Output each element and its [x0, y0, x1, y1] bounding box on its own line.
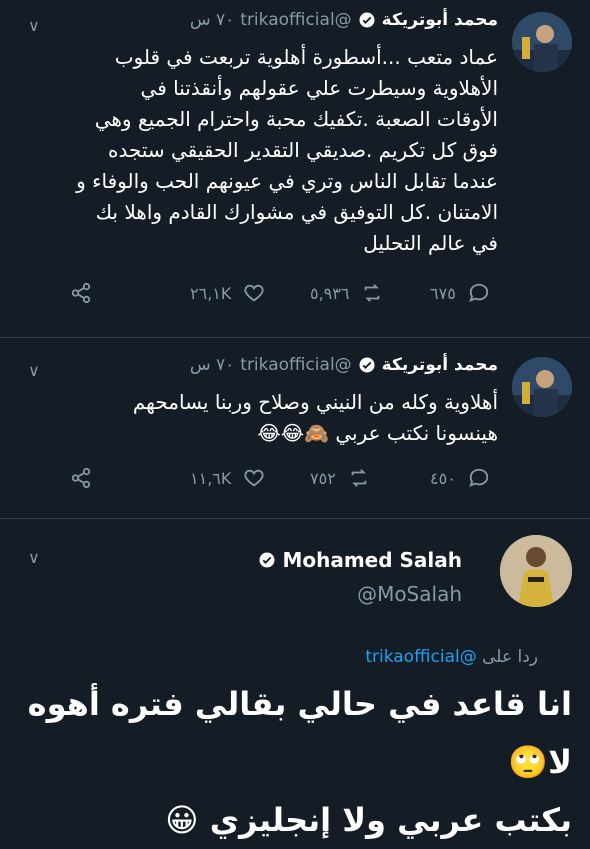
like-button[interactable]: ١١,٦K — [190, 467, 310, 489]
share-button[interactable] — [70, 282, 190, 304]
verified-badge-icon — [359, 357, 375, 373]
tweet-text: عماد متعب ...أسطورة أهلوية تربعت في قلوب… — [76, 45, 498, 255]
share-icon — [71, 467, 91, 489]
avatar[interactable] — [512, 357, 572, 417]
tweet-actions: ١١,٦K ٧٥٢ ٤٥٠ — [70, 467, 550, 489]
tweet-text: انا قاعد في حالي بقالي فتره أهوه لا🙄 بكت… — [27, 685, 572, 839]
reply-button[interactable]: ٤٥٠ — [430, 467, 550, 489]
author-name[interactable]: Mohamed Salah — [258, 548, 462, 572]
reply-count: ٤٥٠ — [430, 468, 456, 488]
author-name-text: Mohamed Salah — [282, 548, 462, 572]
tweet-trika-2[interactable]: ∨ محمد أبوتريكة @trikaofficial ٧٠ س أهلا… — [0, 345, 590, 510]
retweet-count: ٧٥٢ — [310, 468, 336, 488]
avatar[interactable] — [512, 12, 572, 72]
reply-icon — [468, 283, 488, 302]
tweet-time: ٧٠ س — [189, 355, 235, 375]
avatar-photo — [512, 12, 572, 72]
chevron-down-icon[interactable]: ∨ — [28, 16, 40, 35]
share-icon — [71, 282, 91, 304]
replying-to: ردا على @trikaofficial — [365, 647, 538, 667]
tweet-header: محمد أبوتريكة @trikaofficial ٧٠ س — [190, 10, 498, 30]
reply-button[interactable]: ٦٧٥ — [430, 282, 550, 304]
divider — [0, 518, 590, 519]
tweet-actions: ٢٦,١K ٥,٩٣٦ ٦٧٥ — [70, 282, 550, 304]
chevron-down-icon[interactable]: ∨ — [28, 548, 40, 567]
author-handle[interactable]: @MoSalah — [357, 582, 462, 606]
author-name[interactable]: محمد أبوتريكة — [382, 355, 498, 375]
tweet-header: محمد أبوتريكة @trikaofficial ٧٠ س — [190, 355, 498, 375]
tweet-time: ٧٠ س — [189, 10, 235, 30]
chevron-down-icon[interactable]: ∨ — [28, 361, 40, 380]
replying-prefix: ردا على — [482, 647, 538, 667]
retweet-count: ٥,٩٣٦ — [310, 283, 350, 303]
retweet-icon — [351, 469, 367, 487]
share-button[interactable] — [70, 467, 190, 489]
divider — [0, 337, 590, 338]
like-count: ٢٦,١K — [190, 283, 232, 303]
reply-count: ٦٧٥ — [430, 283, 456, 303]
heart-icon — [244, 469, 264, 487]
avatar[interactable] — [500, 535, 572, 607]
author-handle[interactable]: @trikaofficial — [240, 10, 351, 30]
like-button[interactable]: ٢٦,١K — [190, 282, 310, 304]
verified-badge-icon — [259, 552, 275, 568]
like-count: ١١,٦K — [190, 468, 232, 488]
retweet-button[interactable]: ٥,٩٣٦ — [310, 282, 430, 304]
reply-icon — [468, 468, 488, 487]
tweet-text: أهلاوية وكله من النيني وصلاح وربنا يسامح… — [132, 390, 498, 445]
replying-handle-link[interactable]: @trikaofficial — [365, 647, 476, 667]
author-handle[interactable]: @trikaofficial — [240, 355, 351, 375]
tweet-trika-1[interactable]: ∨ محمد أبوتريكة @trikaofficial ٧٠ س عماد… — [0, 0, 590, 330]
avatar-photo — [512, 357, 572, 417]
author-name[interactable]: محمد أبوتريكة — [382, 10, 498, 30]
avatar-photo — [500, 535, 572, 607]
retweet-button[interactable]: ٧٥٢ — [310, 467, 430, 489]
heart-icon — [244, 284, 264, 302]
verified-badge-icon — [359, 12, 375, 28]
retweet-icon — [365, 284, 380, 302]
